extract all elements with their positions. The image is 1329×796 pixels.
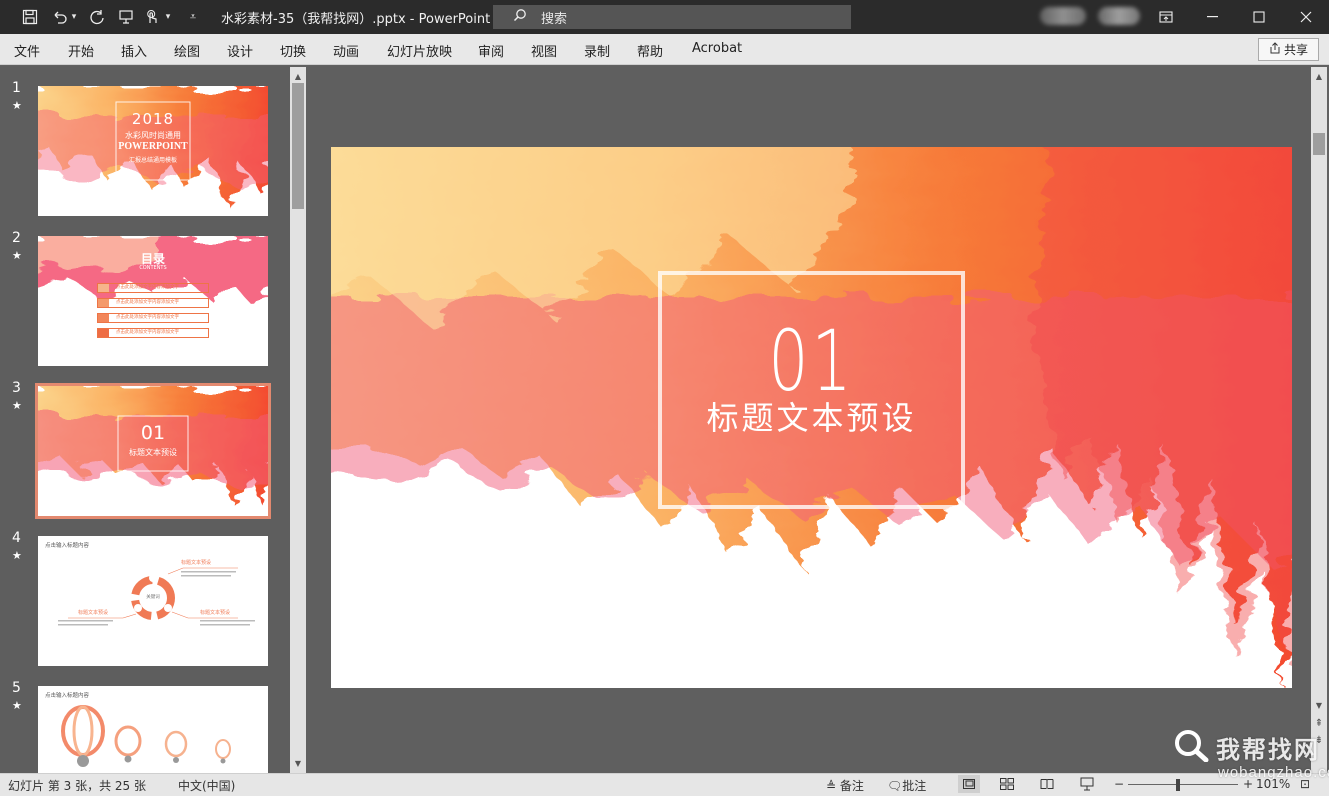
undo-icon[interactable] [50, 7, 70, 27]
slide-thumbnail-3[interactable]: 01 标题文本预设 [35, 383, 271, 519]
watermark-text: 我帮找网 [1216, 735, 1320, 764]
slide-number: 2 [12, 230, 21, 246]
comments-button[interactable]: 🗨批注 [887, 777, 926, 794]
account-name-blurred [1040, 7, 1086, 25]
normal-view-icon[interactable] [958, 775, 980, 793]
scrollbar-thumb[interactable] [1313, 133, 1325, 155]
slide-thumbnail-1[interactable]: 2018 水彩风时尚通用 POWERPOINT 汇报总结通用模板 [38, 86, 268, 216]
animation-star-icon: ★ [12, 399, 22, 412]
account-avatar-blurred[interactable] [1098, 7, 1140, 25]
title-bar: ▾ ▾ ⩡ 水彩素材-35（我帮找网）.pptx - PowerPoint 搜索 [0, 0, 1329, 34]
section-title[interactable]: 标题文本预设 [331, 393, 1292, 439]
thumb-heading: 点击输入标题内容 [45, 543, 90, 549]
slide-thumbnail-panel[interactable]: 1 ★ 2018 水彩风时尚通用 POWERPOINT 汇报总结通用模板 2 ★… [0, 66, 290, 773]
thumb-heading-en: CONTENTS [139, 265, 167, 271]
close-icon[interactable] [1283, 0, 1329, 34]
touch-mode-icon[interactable] [142, 7, 162, 27]
balloons-illustration [61, 705, 231, 767]
search-box[interactable]: 搜索 [493, 5, 851, 29]
thumb-item-title: 标题文本预设 [78, 610, 109, 616]
scroll-up-icon[interactable]: ▲ [1311, 69, 1327, 83]
tab-file[interactable]: 文件 [14, 41, 40, 60]
animation-star-icon: ★ [12, 249, 22, 262]
watermark-url: wobangzhao.com [1218, 764, 1329, 781]
scroll-down-icon[interactable]: ▼ [290, 756, 306, 770]
tab-review[interactable]: 审阅 [478, 41, 504, 60]
share-icon [1269, 42, 1281, 57]
customize-toolbar-icon[interactable]: ⩡ [183, 7, 203, 27]
maximize-icon[interactable] [1236, 0, 1282, 34]
tab-home[interactable]: 开始 [68, 41, 94, 60]
save-icon[interactable] [20, 7, 40, 27]
share-label: 共享 [1283, 43, 1308, 57]
toc-item: 点击此处添加文字内容添加文字 [97, 283, 209, 293]
notes-icon: ≜ [826, 779, 837, 793]
language[interactable]: 中文(中国) [178, 777, 235, 794]
present-from-start-icon[interactable] [116, 7, 136, 27]
tab-acrobat[interactable]: Acrobat [692, 41, 742, 56]
status-bar: 幻灯片 第 3 张，共 25 张 中文(中国) ≜ 备注 🗨批注 − + 101… [0, 773, 1329, 796]
slide-number: 5 [12, 680, 21, 696]
slide-number: 4 [12, 530, 21, 546]
toc-item: 点击此处添加文字内容添加文字 [97, 298, 209, 308]
watermark: 我帮找网 wobangzhao.com [1172, 728, 1329, 781]
thumb-section-number: 01 [140, 422, 166, 444]
magnifier-logo-icon [1172, 728, 1210, 766]
scroll-up-icon[interactable]: ▲ [290, 69, 306, 83]
undo-dropdown-icon[interactable]: ▾ [68, 7, 80, 27]
notes-button[interactable]: ≜ 备注 [826, 777, 864, 794]
animation-star-icon: ★ [12, 699, 22, 712]
thumb-section-title: 标题文本预设 [129, 448, 177, 457]
slide-number: 3 [12, 380, 21, 396]
slide-count[interactable]: 幻灯片 第 3 张，共 25 张 [8, 777, 146, 794]
animation-star-icon: ★ [12, 99, 22, 112]
current-slide[interactable]: 01 标题文本预设 [331, 147, 1292, 688]
search-label: 搜索 [541, 11, 568, 27]
thumbnail-scrollbar[interactable]: ▲ ▼ [290, 67, 306, 773]
slide-thumbnail-2[interactable]: 目录 CONTENTS 点击此处添加文字内容添加文字 点击此处添加文字内容添加文… [38, 236, 268, 366]
cycle-diagram [58, 567, 255, 626]
tab-help[interactable]: 帮助 [637, 41, 663, 60]
comment-icon: 🗨 [887, 779, 903, 793]
redo-icon[interactable] [87, 7, 107, 27]
scrollbar-thumb[interactable] [292, 83, 304, 209]
zoom-slider[interactable] [1128, 784, 1238, 785]
toc-item: 点击此处添加文字内容添加文字 [97, 313, 209, 323]
minimize-icon[interactable] [1190, 0, 1236, 34]
touch-dropdown-icon[interactable]: ▾ [162, 7, 174, 27]
ribbon-tabs: 文件 开始 插入 绘图 设计 切换 动画 幻灯片放映 审阅 视图 录制 帮助 A… [0, 34, 1329, 65]
thumb-caption: 汇报总结通用模板 [128, 157, 177, 164]
ribbon-display-options-icon[interactable] [1143, 0, 1189, 34]
thumb-item-title: 标题文本预设 [200, 610, 231, 616]
tab-animations[interactable]: 动画 [333, 41, 359, 60]
scroll-down-icon[interactable]: ▼ [1311, 698, 1327, 712]
share-button[interactable]: 共享 [1258, 38, 1319, 61]
search-icon [513, 8, 527, 26]
tab-slideshow[interactable]: 幻灯片放映 [387, 41, 452, 60]
tab-view[interactable]: 视图 [531, 41, 557, 60]
thumb-subtitle: 水彩风时尚通用 [125, 131, 181, 140]
reading-view-icon[interactable] [1040, 778, 1054, 793]
tab-design[interactable]: 设计 [227, 41, 253, 60]
zoom-out-icon[interactable]: − [1114, 777, 1124, 791]
tab-insert[interactable]: 插入 [121, 41, 147, 60]
slideshow-icon[interactable] [1080, 777, 1094, 794]
animation-star-icon: ★ [12, 549, 22, 562]
tab-draw[interactable]: 绘图 [174, 41, 200, 60]
document-title: 水彩素材-35（我帮找网）.pptx - PowerPoint [221, 12, 491, 27]
thumb-year: 2018 [131, 110, 175, 128]
editor-scrollbar[interactable]: ▲ ▼ ⇞ ⇟ [1311, 67, 1327, 773]
slide-sorter-icon[interactable] [1000, 778, 1014, 793]
thumb-heading: 点击输入标题内容 [45, 693, 90, 699]
thumb-keyword: 关键词 [146, 595, 160, 600]
slide-thumbnail-4[interactable]: 点击输入标题内容 标题文本预设 关键词 标题文本预设 标题文本预设 [38, 536, 268, 666]
toc-item: 点击此处添加文字内容添加文字 [97, 328, 209, 338]
slide-thumbnail-5[interactable]: 点击输入标题内容 [38, 686, 268, 773]
tab-transitions[interactable]: 切换 [280, 41, 306, 60]
slide-number: 1 [12, 80, 21, 96]
thumb-item-title: 标题文本预设 [181, 560, 212, 566]
tab-record[interactable]: 录制 [584, 41, 610, 60]
thumb-title: POWERPOINT [118, 141, 188, 152]
